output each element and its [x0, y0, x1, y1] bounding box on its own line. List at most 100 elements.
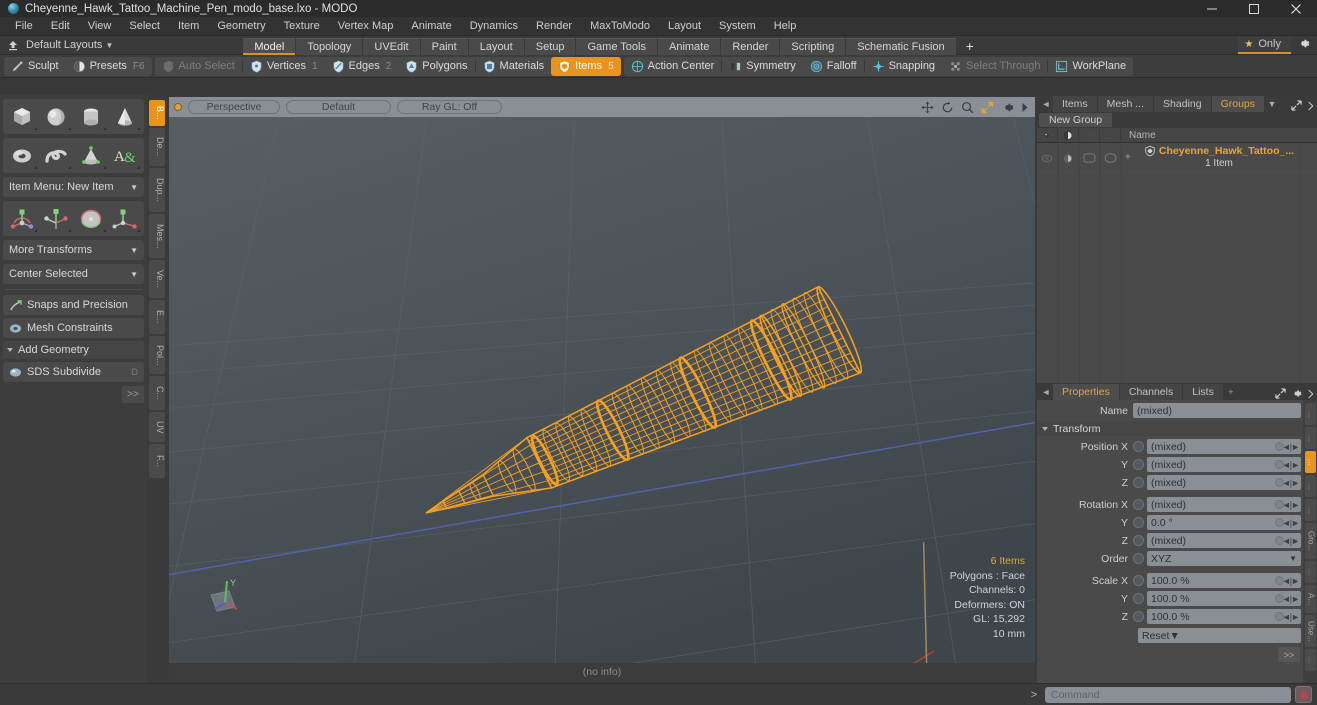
spinner-arrows-icon[interactable]: ◄|► — [1282, 612, 1299, 622]
presets-button[interactable]: Presets F6 — [66, 57, 152, 76]
pvtab-0[interactable]: ... — [1305, 403, 1316, 425]
pvtab-1[interactable]: ... — [1305, 427, 1316, 449]
position-y-field[interactable]: (mixed)◄|► — [1147, 457, 1301, 472]
move-tool-button[interactable] — [5, 203, 39, 234]
materials-mode-button[interactable]: Materials — [476, 57, 552, 76]
rotation-z-field[interactable]: (mixed)◄|► — [1147, 533, 1301, 548]
polygons-mode-button[interactable]: Polygons — [398, 57, 474, 76]
layout-tab-layout[interactable]: Layout — [469, 38, 524, 55]
zoom-icon[interactable] — [961, 101, 974, 114]
menu-layout[interactable]: Layout — [659, 17, 710, 36]
prism-tool-button[interactable] — [74, 140, 108, 171]
add-geometry-section-header[interactable]: Add Geometry — [3, 341, 144, 359]
spinner-arrows-icon[interactable]: ◄|► — [1282, 478, 1299, 488]
sculpt-button[interactable]: Sculpt — [4, 57, 66, 76]
expand-row-plus-icon[interactable]: + — [1125, 152, 1131, 163]
pvtab-2[interactable]: ... — [1305, 451, 1316, 473]
menu-dynamics[interactable]: Dynamics — [461, 17, 527, 36]
cone-tool-button[interactable] — [109, 101, 143, 132]
chevron-right-icon[interactable] — [1307, 101, 1314, 111]
menu-item[interactable]: Item — [169, 17, 208, 36]
spinner-arrows-icon[interactable]: ◄|► — [1282, 500, 1299, 510]
menu-geometry[interactable]: Geometry — [208, 17, 274, 36]
close-button[interactable] — [1275, 0, 1317, 17]
scale-x-knob[interactable] — [1133, 575, 1144, 586]
spinner-arrows-icon[interactable]: ◄|► — [1282, 442, 1299, 452]
viewport-shading-dropdown[interactable]: Default — [286, 100, 391, 114]
maximize-button[interactable] — [1233, 0, 1275, 17]
menu-edit[interactable]: Edit — [42, 17, 79, 36]
vtab-vertex[interactable]: Ve... — [149, 260, 165, 298]
record-macro-button[interactable] — [1295, 686, 1312, 703]
groups-list-body[interactable]: + Cheyenne_Hawk_Tattoo_... 1 Item — [1037, 143, 1317, 383]
rotate-icon[interactable] — [941, 101, 954, 114]
viewport-menu-dot-icon[interactable] — [174, 103, 182, 111]
tabbar-back-icon[interactable]: ◄ — [1039, 384, 1053, 400]
menu-file[interactable]: File — [6, 17, 42, 36]
items-mode-button[interactable]: Items 5 — [551, 57, 620, 76]
rotation-y-field[interactable]: 0.0 °◄|► — [1147, 515, 1301, 530]
select-icon[interactable]: T — [1100, 128, 1121, 143]
pvtab-6[interactable]: ... — [1305, 561, 1316, 583]
viewport-view-mode-dropdown[interactable]: Perspective — [188, 100, 280, 114]
new-group-button[interactable]: New Group — [1039, 113, 1112, 127]
command-input[interactable]: Command — [1045, 687, 1291, 703]
menu-render[interactable]: Render — [527, 17, 581, 36]
menu-maxtomodo[interactable]: MaxToModo — [581, 17, 659, 36]
chevron-down-icon[interactable]: ▼ — [1265, 96, 1279, 112]
tab-shading[interactable]: Shading — [1154, 96, 1211, 112]
item-menu-dropdown[interactable]: Item Menu: New Item ▼ — [3, 177, 144, 197]
tabbar-back-icon[interactable]: ◄ — [1039, 96, 1053, 112]
transform-tool-button[interactable] — [109, 203, 143, 234]
row-lock-toggle[interactable] — [1079, 143, 1100, 173]
viewport-raygl-dropdown[interactable]: Ray GL: Off — [397, 100, 502, 114]
menu-texture[interactable]: Texture — [275, 17, 329, 36]
expand-icon[interactable] — [1291, 100, 1302, 111]
vtab-deform[interactable]: De... — [149, 128, 165, 166]
auto-select-button[interactable]: Auto Select — [155, 57, 242, 76]
tab-items[interactable]: Items — [1053, 96, 1097, 112]
fit-icon[interactable] — [981, 101, 994, 114]
vtab-uv[interactable]: UV — [149, 412, 165, 442]
visibility-eye-icon[interactable] — [1037, 128, 1058, 143]
rotation-x-field[interactable]: (mixed)◄|► — [1147, 497, 1301, 512]
chevron-down-icon[interactable]: ▼ — [105, 41, 113, 50]
menu-animate[interactable]: Animate — [402, 17, 460, 36]
vertices-mode-button[interactable]: Vertices 1 — [243, 57, 325, 76]
sphere-tool-button[interactable] — [40, 101, 74, 132]
position-x-knob[interactable] — [1133, 441, 1144, 452]
menu-help[interactable]: Help — [765, 17, 806, 36]
rotate-tool-button[interactable] — [40, 203, 74, 234]
default-layouts-label[interactable]: Default Layouts — [26, 39, 102, 51]
position-y-knob[interactable] — [1133, 459, 1144, 470]
reset-dropdown[interactable]: Reset ▼ — [1138, 628, 1301, 643]
snapping-button[interactable]: Snapping — [865, 57, 943, 76]
vtab-fusion[interactable]: F... — [149, 444, 165, 478]
rotation-z-knob[interactable] — [1133, 535, 1144, 546]
tube-curve-tool-button[interactable] — [40, 140, 74, 171]
workplane-button[interactable]: WorkPlane — [1048, 57, 1133, 76]
render-icon[interactable] — [1058, 128, 1079, 143]
properties-expand-button[interactable]: >> — [1278, 647, 1300, 662]
pan-icon[interactable] — [921, 101, 934, 114]
layout-tab-animate[interactable]: Animate — [658, 38, 720, 55]
tab-mesh[interactable]: Mesh ... — [1098, 96, 1153, 112]
tab-lists[interactable]: Lists — [1183, 384, 1223, 400]
order-dropdown[interactable]: XYZ▼ — [1147, 551, 1301, 566]
vtab-duplicate[interactable]: Dup... — [149, 168, 165, 212]
layout-tab-schematic-fusion[interactable]: Schematic Fusion — [846, 38, 955, 55]
scale-z-knob[interactable] — [1133, 611, 1144, 622]
more-transforms-dropdown[interactable]: More Transforms ▼ — [3, 240, 144, 260]
minimize-button[interactable] — [1191, 0, 1233, 17]
torus-tool-button[interactable] — [5, 140, 39, 171]
rotation-x-knob[interactable] — [1133, 499, 1144, 510]
action-center-button[interactable]: Action Center — [624, 57, 722, 76]
order-knob[interactable] — [1133, 553, 1144, 564]
position-z-knob[interactable] — [1133, 477, 1144, 488]
viewport-menu-arrow-icon[interactable] — [1021, 102, 1029, 113]
symmetry-button[interactable]: Symmetry — [722, 57, 803, 76]
layout-tab-uvedit[interactable]: UVEdit — [363, 38, 419, 55]
layout-tab-model[interactable]: Model — [243, 38, 295, 55]
pvtab-3[interactable]: ... — [1305, 475, 1316, 497]
gear-icon[interactable] — [1291, 388, 1302, 399]
